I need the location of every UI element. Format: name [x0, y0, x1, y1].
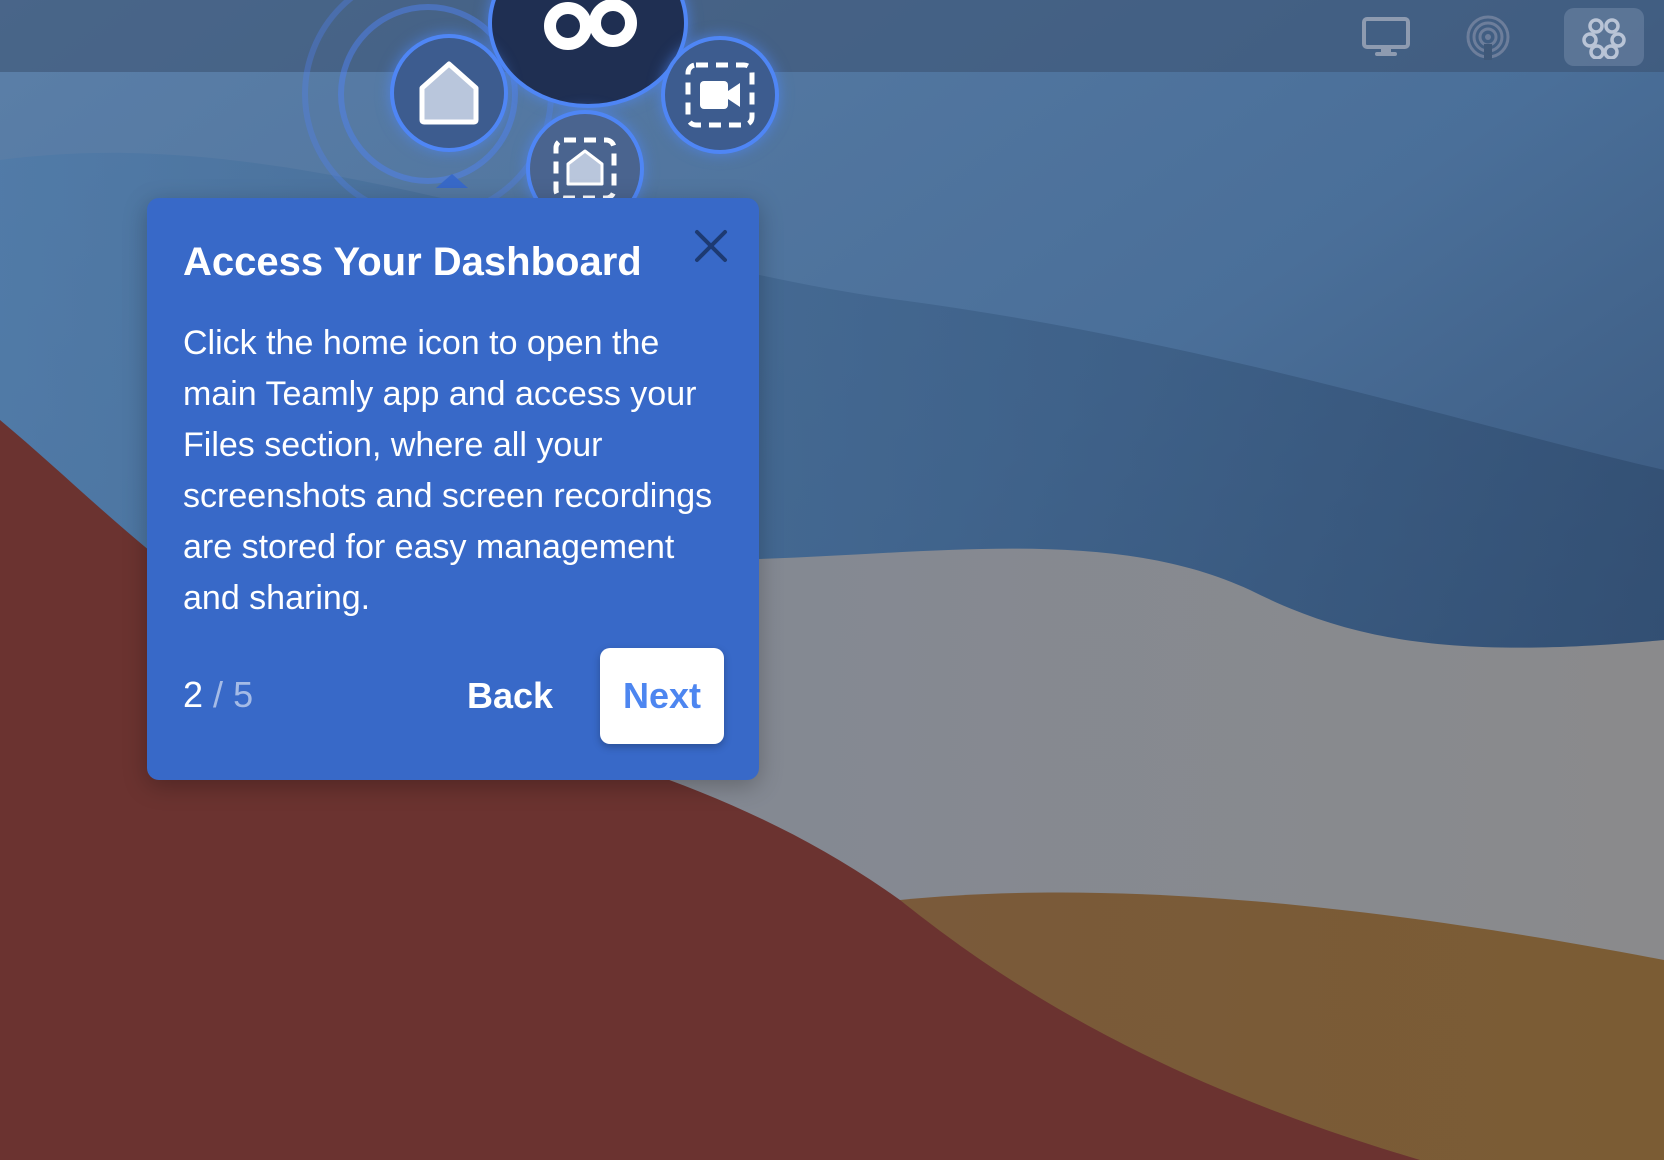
back-button[interactable]: Back	[455, 648, 565, 744]
step-separator: /	[213, 674, 224, 715]
next-button[interactable]: Next	[600, 648, 724, 744]
screen-record-icon[interactable]	[661, 36, 779, 154]
monitor-icon[interactable]	[1346, 8, 1426, 66]
step-total: 5	[233, 674, 254, 715]
tour-description: Click the home icon to open the main Tea…	[183, 324, 713, 617]
teamly-logo-icon[interactable]	[1564, 8, 1644, 66]
home-icon[interactable]	[390, 34, 508, 152]
close-button[interactable]	[687, 222, 735, 270]
tour-title: Access Your Dashboard	[183, 240, 642, 284]
airdrop-icon[interactable]	[1448, 8, 1528, 66]
tour-step-counter: 2 / 5	[183, 674, 253, 716]
tour-pointer-arrow	[436, 174, 468, 188]
desktop: Access Your Dashboard Click the home ico…	[0, 0, 1664, 1160]
close-icon	[695, 230, 727, 262]
step-current: 2	[183, 674, 204, 715]
onboarding-tour-popover: Access Your Dashboard Click the home ico…	[147, 198, 759, 780]
